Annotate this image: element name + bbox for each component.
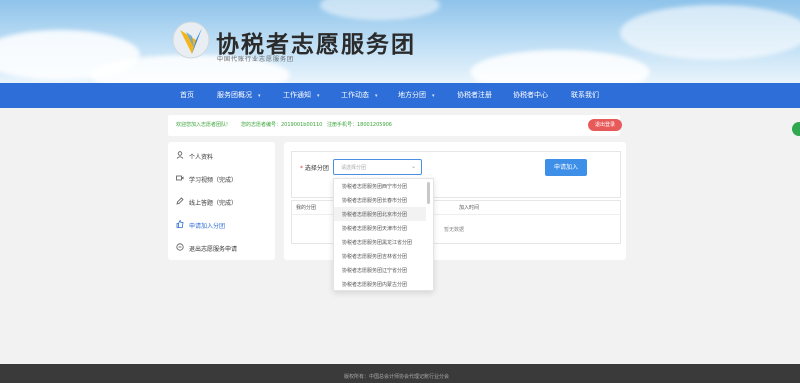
user-icon (176, 151, 184, 159)
chevron-down-icon: ▾ (258, 93, 261, 99)
apply-join-button[interactable]: 申请加入 (545, 159, 587, 176)
exit-icon (176, 243, 184, 251)
chevron-down-icon: ▾ (432, 93, 435, 99)
logout-button[interactable]: 退出登录 (588, 119, 622, 131)
nav-item-news[interactable]: 工作动态 ▾ (341, 83, 378, 108)
dropdown-option[interactable]: 协税者志愿服务团西宁市分团 (334, 179, 426, 193)
dropdown-option[interactable]: 协税者志愿服务团天津市分团 (334, 221, 426, 235)
table-empty-text: 暂无数据 (444, 227, 465, 233)
sidebar-item-profile[interactable]: 个人资料 (168, 144, 275, 166)
nav-item-overview[interactable]: 服务团概况 ▾ (217, 83, 261, 108)
chevron-down-icon: ▾ (375, 93, 378, 99)
registered-phone: 注册手机号：18001205906 (327, 122, 392, 128)
site-subtitle: 中国代账行业志愿服务团 (217, 56, 295, 63)
footer-copyright: 版权所有：中国总会计师协会代理记账行业分会 (344, 374, 450, 380)
table-header-branch: 我的分团 (296, 205, 317, 211)
nav-item-home[interactable]: 首页 (180, 83, 194, 108)
sidebar-item-online-quiz[interactable]: 线上答题（完成） (168, 190, 275, 212)
dropdown-option[interactable]: 协税者志愿服务团内蒙古分团 (334, 277, 426, 290)
branch-select-label: * 选择分团 (300, 165, 329, 172)
branch-dropdown-list: 协税者志愿服务团西宁市分团 协税者志愿服务团长春市分团 协税者志愿服务团北京市分… (333, 178, 434, 291)
volunteer-number: 您的志愿者编号：2019001b00110 (241, 122, 323, 128)
nav-item-notices[interactable]: 工作通知 ▾ (283, 83, 320, 108)
chevron-down-icon: ▾ (317, 93, 320, 99)
welcome-bar: 欢迎您加入志愿者团队! 您的志愿者编号：2019001b00110 注册手机号：… (168, 115, 620, 136)
dropdown-option[interactable]: 协税者志愿服务团北京市分团 (334, 207, 426, 221)
video-icon (176, 175, 184, 181)
member-sidebar: 个人资料 学习视频（完成） 线上答题（完成） 申请加入分团 退出志愿服务申请 (168, 142, 275, 260)
dropdown-option[interactable]: 协税者志愿服务团辽宁省分团 (334, 263, 426, 277)
dropdown-option[interactable]: 协税者志愿服务团黑龙江省分团 (334, 235, 426, 249)
nav-item-branches[interactable]: 地方分团 ▾ (398, 83, 435, 108)
sidebar-item-quit-service[interactable]: 退出志愿服务申请 (168, 236, 275, 258)
pen-icon (176, 197, 184, 205)
tax-volunteer-logo-icon (172, 21, 210, 59)
dropdown-scrollbar[interactable] (427, 182, 430, 204)
table-header-join-time: 加入时间 (459, 205, 480, 211)
dropdown-option[interactable]: 协税者志愿服务团长春市分团 (334, 193, 426, 207)
nav-item-member-center[interactable]: 协税者中心 (513, 83, 548, 108)
nav-item-contact[interactable]: 联系我们 (571, 83, 599, 108)
sidebar-item-study-video[interactable]: 学习视频（完成） (168, 167, 275, 189)
nav-item-register[interactable]: 协税者注册 (457, 83, 492, 108)
page-footer: 版权所有：中国总会计师协会代理记账行业分会 (0, 364, 800, 383)
chevron-down-icon: ⌄ (410, 163, 416, 170)
side-float-button[interactable] (792, 122, 800, 136)
main-navigation: 首页 服务团概况 ▾ 工作通知 ▾ 工作动态 ▾ 地方分团 ▾ 协税者注册 协税者中心 … (0, 83, 800, 108)
branch-select-placeholder: 请选择分团 (341, 165, 367, 171)
branch-select[interactable]: 请选择分团 ⌄ (333, 159, 422, 175)
thumbs-up-icon (176, 220, 184, 228)
dropdown-option[interactable]: 协税者志愿服务团吉林省分团 (334, 249, 426, 263)
welcome-greeting: 欢迎您加入志愿者团队! (176, 122, 229, 128)
sidebar-item-join-branch[interactable]: 申请加入分团 (168, 213, 275, 235)
